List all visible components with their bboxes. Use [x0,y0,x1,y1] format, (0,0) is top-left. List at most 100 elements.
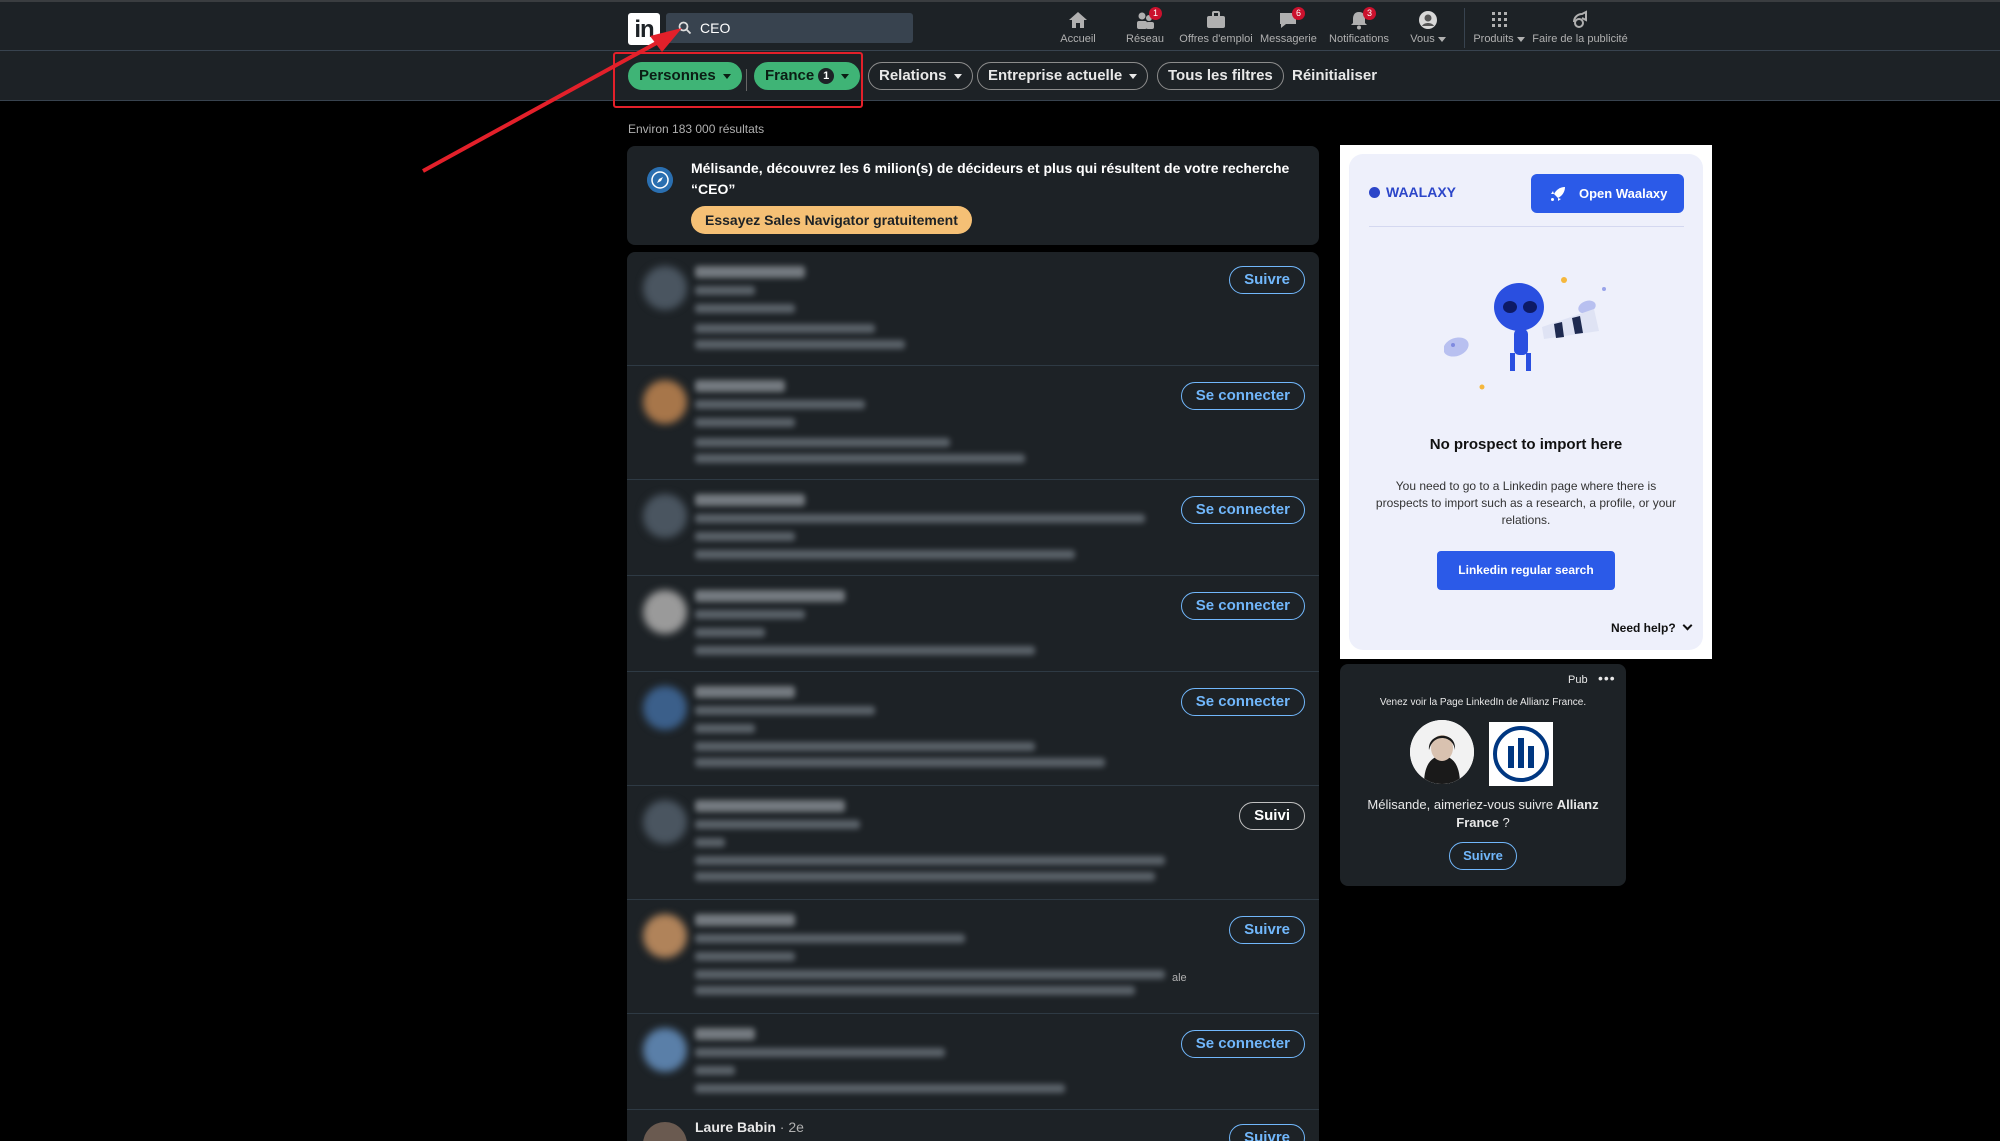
nav-divider [1464,8,1465,48]
list-item[interactable]: Se connecter [627,672,1319,786]
list-item[interactable]: Se connecter [627,480,1319,576]
nav-accueil[interactable]: Accueil [1055,10,1101,45]
avatar [643,1028,687,1072]
filter-bar: Personnes France 1 Relations Entreprise a… [0,51,2000,101]
results-list: Suivre Se connecter Se connecter Se conn… [627,252,1319,1141]
advertise-icon [1573,10,1587,28]
nav-messagerie[interactable]: 6 Messagerie [1260,7,1317,45]
allianz-logo[interactable] [1489,722,1553,786]
notification-badge: 3 [1363,7,1376,20]
blurred-name [695,1028,755,1040]
blurred-name [695,266,805,278]
try-sales-navigator-button[interactable]: Essayez Sales Navigator gratuitement [691,206,972,234]
linkedin-logo[interactable]: in [628,13,660,45]
bell-icon: 3 [1348,7,1376,30]
list-item[interactable]: Suivi [627,786,1319,900]
nav-reseau[interactable]: 1 Réseau [1124,7,1166,45]
ad-label: Pub [1568,674,1588,686]
list-item[interactable]: Suivre [627,900,1319,1014]
more-options-icon[interactable]: ••• [1598,670,1616,686]
blurred-text [695,820,860,829]
avatar [643,1122,687,1141]
filter-tous-les-filtres[interactable]: Tous les filtres [1157,62,1284,90]
blurred-text [695,418,795,427]
filter-label: Tous les filtres [1168,67,1273,84]
connect-button[interactable]: Se connecter [1180,382,1305,410]
nav-vous[interactable]: Vous [1408,10,1448,45]
ad-question-text: Mélisande, aimeriez-vous suivre [1367,797,1557,812]
nav-label: Vous [1410,33,1435,45]
user-avatar [1410,720,1474,784]
notification-badge: 1 [1149,7,1162,20]
follow-button[interactable]: Suivre [1229,1124,1305,1141]
following-button[interactable]: Suivi [1239,802,1305,830]
blurred-name [695,380,785,392]
blurred-text [695,400,865,409]
search-icon [678,21,692,35]
follow-button[interactable]: Suivre [1229,916,1305,944]
connect-button[interactable]: Se connecter [1180,1030,1305,1058]
connect-button[interactable]: Se connecter [1180,592,1305,620]
search-value: CEO [700,20,731,36]
open-waalaxy-button[interactable]: Open Waalaxy [1531,174,1684,213]
blurred-text [695,706,875,715]
messaging-icon: 6 [1277,7,1305,30]
blurred-text [695,970,1165,979]
blurred-text [695,610,805,619]
blurred-name [695,494,805,506]
avatar [643,800,687,844]
linkedin-regular-search-button[interactable]: Linkedin regular search [1437,551,1615,590]
blurred-name [695,590,845,602]
avatar [643,494,687,538]
briefcase-icon [1207,11,1225,28]
nav-label: Faire de la publicité [1532,33,1628,45]
blurred-text [695,286,755,295]
result-name-text: Laure Babin [695,1119,776,1135]
divider [1369,226,1684,227]
blurred-text [695,872,1155,881]
blurred-text [695,532,795,541]
blurred-text [695,646,1035,655]
top-nav: in CEO Accueil 1 Réseau Offres d'emploi … [0,0,2000,51]
follow-company-button[interactable]: Suivre [1449,842,1517,870]
network-icon: 1 [1134,7,1162,30]
avatar [643,914,687,958]
need-help-toggle[interactable]: Need help? [1611,620,1693,635]
avatar [643,380,687,424]
avatar-icon [1419,11,1437,29]
nav-produits[interactable]: Produits [1470,10,1528,45]
list-item[interactable]: Se connecter [627,576,1319,672]
connect-button[interactable]: Se connecter [1180,496,1305,524]
compass-icon [647,167,673,193]
annotation-highlight-box [613,52,863,108]
blurred-text [695,340,905,349]
nav-notifications[interactable]: 3 Notifications [1328,7,1390,45]
list-item[interactable]: Se connecter [627,366,1319,480]
reset-filters-button[interactable]: Réinitialiser [1292,67,1377,84]
filter-relations[interactable]: Relations [868,62,973,90]
chevron-down-icon [1435,33,1446,45]
follow-button[interactable]: Suivre [1229,266,1305,294]
list-item[interactable]: Se connecter [627,1014,1319,1110]
home-icon [1069,12,1087,28]
nav-label: Produits [1473,33,1514,45]
chevron-down-icon [1514,33,1525,45]
blurred-text [695,934,965,943]
blurred-text [695,952,795,961]
blurred-text [695,438,950,447]
result-name[interactable]: Laure Babin · 2e [695,1119,804,1135]
truncated-text: ale [1172,972,1187,984]
connect-button[interactable]: Se connecter [1180,688,1305,716]
filter-entreprise-actuelle[interactable]: Entreprise actuelle [977,62,1149,90]
open-waalaxy-label: Open Waalaxy [1579,186,1668,201]
nav-publicite[interactable]: Faire de la publicité [1532,10,1628,45]
search-input[interactable]: CEO [666,13,913,43]
nav-offres[interactable]: Offres d'emploi [1178,10,1254,45]
blurred-text [695,1084,1065,1093]
list-item[interactable]: Suivre [627,252,1319,366]
chevron-down-icon [953,73,962,79]
blurred-text [695,1048,945,1057]
nav-label: Notifications [1329,33,1389,45]
ad-question: Mélisande, aimeriez-vous suivre Allianz … [1358,796,1608,832]
blurred-text [695,1066,735,1075]
